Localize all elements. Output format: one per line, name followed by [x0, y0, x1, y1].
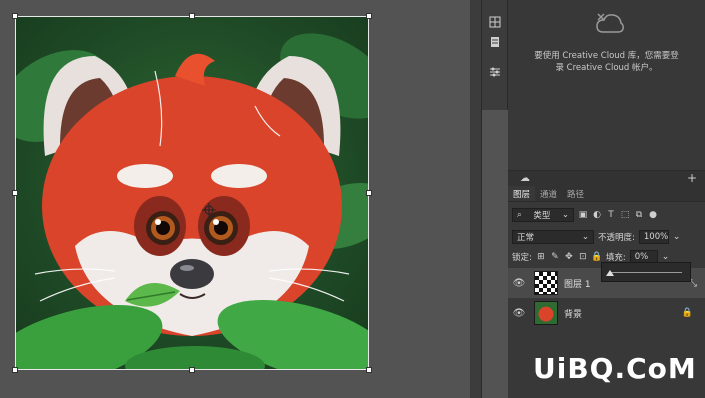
canvas-area[interactable]: [0, 0, 470, 398]
visibility-eye-icon[interactable]: 👁: [508, 278, 530, 289]
tab-paths[interactable]: 路径: [562, 186, 589, 201]
red-panda-artwork: [15, 16, 369, 370]
tab-channels[interactable]: 通道: [535, 186, 562, 201]
adjustments-panel-icon[interactable]: [487, 64, 503, 80]
watermark-logo: UiBQ.CoM: [533, 352, 697, 385]
panel-icon-strip: [482, 0, 508, 110]
chevron-down-icon: ⌄: [561, 210, 569, 220]
filter-adjustment-icon[interactable]: ◐: [592, 210, 602, 220]
fill-slider-track[interactable]: [610, 272, 682, 273]
fill-dropdown-icon[interactable]: ⌄: [662, 252, 670, 262]
libraries-panel: 要使用 Creative Cloud 库，您需要登 录 Creative Clo…: [508, 0, 705, 170]
blend-mode-value: 正常: [517, 233, 535, 243]
blend-mode-select[interactable]: 正常 ⌄: [512, 230, 594, 244]
filter-shape-icon[interactable]: ⬚: [620, 210, 630, 220]
lock-icon: 🔒: [681, 308, 693, 318]
creative-cloud-icon: [596, 13, 624, 33]
background-thumbnail: [534, 301, 558, 325]
opacity-dropdown-icon[interactable]: ⌄: [673, 232, 681, 242]
filter-pixel-icon[interactable]: ▣: [578, 210, 588, 220]
lock-move-icon[interactable]: ✥: [564, 252, 574, 262]
filter-toggle-icon[interactable]: ●: [648, 210, 658, 220]
right-panel-area: 要使用 Creative Cloud 库，您需要登 录 Creative Clo…: [508, 0, 705, 398]
properties-panel-icon[interactable]: [487, 34, 503, 50]
layer-row-background[interactable]: 👁 背景 🔒: [508, 298, 705, 328]
lock-label: 锁定:: [512, 253, 532, 263]
panel-dock-strip: [470, 0, 482, 398]
fill-slider-popup[interactable]: [601, 262, 691, 282]
tab-layers[interactable]: 图层: [508, 186, 536, 201]
sign-in-message-line1: 要使用 Creative Cloud 库，您需要登: [534, 51, 679, 61]
lock-all-icon[interactable]: 🔒: [591, 252, 602, 262]
layer-name[interactable]: 背景: [564, 307, 582, 320]
opacity-label: 不透明度:: [598, 233, 635, 243]
visibility-eye-icon[interactable]: 👁: [508, 308, 530, 319]
opacity-input[interactable]: 100%: [638, 230, 669, 244]
lock-transparent-icon[interactable]: ⊞: [536, 252, 546, 262]
sign-in-message-line2: 录 Creative Cloud 帐户。: [555, 63, 658, 73]
filter-smart-object-icon[interactable]: ⧉: [634, 210, 644, 220]
lock-brush-icon[interactable]: ✎: [550, 252, 560, 262]
cloud-sync-icon[interactable]: ☁: [520, 173, 530, 184]
layer-name[interactable]: 图层 1: [564, 277, 591, 290]
layer-thumbnail: [534, 271, 558, 295]
sign-in-message: 要使用 Creative Cloud 库，您需要登 录 Creative Clo…: [508, 50, 705, 74]
libraries-panel-icon[interactable]: [487, 14, 503, 30]
chevron-down-icon: ⌄: [581, 232, 589, 242]
opacity-value: 100%: [643, 232, 669, 242]
filter-type-icon[interactable]: T: [606, 210, 616, 220]
lock-artboard-icon[interactable]: ⊡: [578, 252, 588, 262]
fill-slider-thumb[interactable]: [606, 270, 614, 276]
layers-panel-tabs: 图层 通道 路径: [508, 186, 705, 202]
add-icon[interactable]: +: [687, 171, 697, 185]
layer-filter-select[interactable]: ⌕ 类型 ⌄: [512, 208, 574, 222]
search-icon: ⌕: [517, 210, 522, 220]
libraries-footer: ☁ +: [508, 170, 705, 186]
layer-filter-value: 类型: [533, 211, 551, 221]
fill-value: 0%: [634, 252, 649, 262]
red-panda-illustration: [15, 33, 369, 370]
layer-filter-row: ⌕ 类型 ⌄ ▣ ◐ T ⬚ ⧉ ●: [512, 208, 658, 222]
blend-opacity-row: 正常 ⌄ 不透明度: 100% ⌄: [512, 230, 680, 244]
